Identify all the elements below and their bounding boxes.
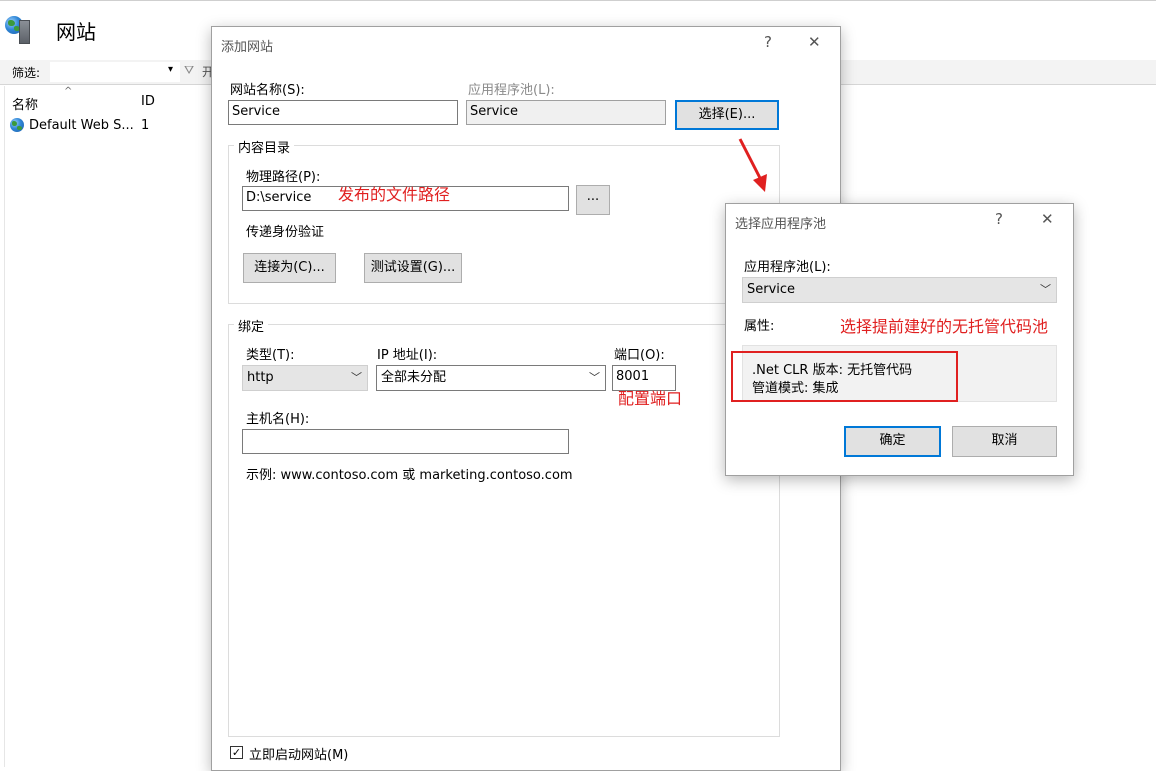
start-now-checkbox[interactable]: ✓ xyxy=(230,746,243,759)
column-id-header[interactable]: ID xyxy=(141,94,155,109)
close-icon[interactable]: ✕ xyxy=(808,33,821,51)
list-left-border xyxy=(4,86,5,767)
content-directory-heading: 内容目录 xyxy=(234,137,295,156)
properties-label: 属性: xyxy=(744,319,775,334)
pool-label: 应用程序池(L): xyxy=(744,260,831,275)
app-pool-field: Service xyxy=(466,100,666,125)
check-icon: ✓ xyxy=(231,746,242,759)
binding-heading: 绑定 xyxy=(234,316,269,335)
table-row[interactable]: Default Web S... 1 xyxy=(8,116,208,136)
site-name-input[interactable]: Service xyxy=(228,100,458,125)
test-settings-button[interactable]: 测试设置(G)... xyxy=(364,253,462,283)
list-header: 名称 ^ ID xyxy=(0,86,210,113)
host-name-label: 主机名(H): xyxy=(246,412,310,427)
highlight-box xyxy=(731,351,958,402)
site-name-label: 网站名称(S): xyxy=(230,83,305,98)
funnel-icon[interactable]: ⛛ xyxy=(184,63,194,78)
pool-select[interactable]: Service ﹀ xyxy=(742,277,1057,303)
example-hint: 示例: www.contoso.com 或 marketing.contoso.… xyxy=(246,468,573,483)
site-globe-icon xyxy=(10,118,24,132)
help-button[interactable]: ? xyxy=(764,33,772,51)
pool-help-button[interactable]: ? xyxy=(995,210,1003,228)
browse-button[interactable]: ... xyxy=(576,185,610,215)
type-label: 类型(T): xyxy=(246,348,295,363)
host-name-input[interactable] xyxy=(242,429,569,454)
type-select[interactable]: http ﹀ xyxy=(242,365,368,391)
select-pool-button[interactable]: 选择(E)... xyxy=(675,100,779,130)
dialog-title: 添加网站 xyxy=(221,40,274,55)
start-now-label: 立即启动网站(M) xyxy=(249,748,349,763)
pool-annotation: 选择提前建好的无托管代码池 xyxy=(840,317,1049,336)
port-annotation: 配置端口 xyxy=(618,389,683,408)
chevron-down-icon: ﹀ xyxy=(1040,283,1051,296)
passthrough-auth-label: 传递身份验证 xyxy=(246,225,325,240)
physical-path-label: 物理路径(P): xyxy=(246,170,321,185)
site-name-cell: Default Web S... xyxy=(29,118,134,133)
port-label: 端口(O): xyxy=(614,348,665,363)
red-arrow-icon xyxy=(738,138,767,192)
server-icon xyxy=(19,20,30,44)
top-divider xyxy=(0,0,1156,1)
filter-dropdown-icon[interactable]: ▾ xyxy=(168,64,173,75)
chevron-down-icon: ﹀ xyxy=(589,371,600,384)
ip-address-value: 全部未分配 xyxy=(381,370,447,385)
page-title: 网站 xyxy=(56,20,96,44)
ok-button[interactable]: 确定 xyxy=(844,426,941,457)
select-app-pool-dialog: 选择应用程序池 ? ✕ 应用程序池(L): Service ﹀ 属性: .Net… xyxy=(725,203,1074,476)
app-pool-label: 应用程序池(L): xyxy=(468,83,555,98)
ip-address-label: IP 地址(I): xyxy=(377,348,438,363)
chevron-down-icon: ﹀ xyxy=(351,371,362,384)
connect-as-button[interactable]: 连接为(C)... xyxy=(243,253,336,283)
filter-input[interactable] xyxy=(50,62,180,82)
ip-address-select[interactable]: 全部未分配 ﹀ xyxy=(376,365,606,391)
site-id-cell: 1 xyxy=(141,118,150,133)
pool-select-value: Service xyxy=(747,282,796,297)
path-annotation: 发布的文件路径 xyxy=(338,185,451,204)
sort-ascending-icon: ^ xyxy=(64,86,73,97)
pool-dialog-title: 选择应用程序池 xyxy=(735,217,827,232)
column-name-header[interactable]: 名称 xyxy=(12,94,38,113)
sites-icon xyxy=(5,14,39,46)
pool-close-icon[interactable]: ✕ xyxy=(1041,210,1054,228)
filter-label: 筛选: xyxy=(12,66,41,80)
cancel-button[interactable]: 取消 xyxy=(952,426,1057,457)
type-value: http xyxy=(247,370,274,385)
